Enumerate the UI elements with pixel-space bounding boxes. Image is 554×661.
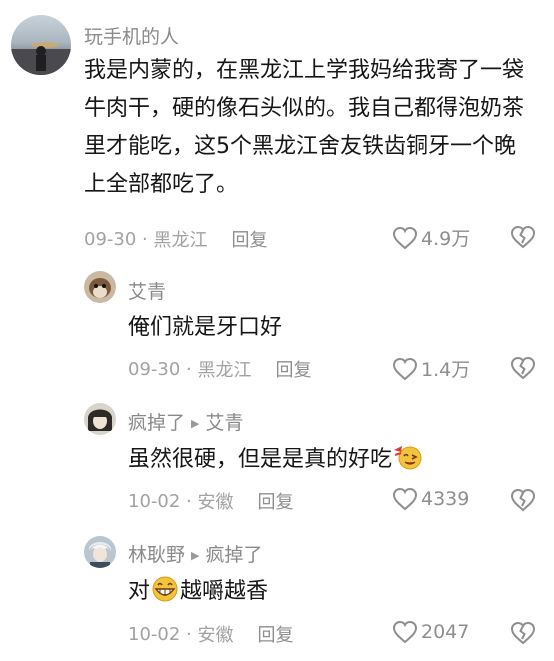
- comment-date: 09-30: [84, 228, 137, 250]
- reply-meta: 10-02 · 安徽 回复: [128, 621, 293, 647]
- avatar-image: [89, 542, 111, 568]
- reply-location: 黑龙江: [197, 360, 252, 381]
- reply-text: 俺们就是牙口好: [128, 315, 283, 340]
- broken-heart-icon: [510, 225, 536, 249]
- heart-icon: [392, 487, 418, 511]
- username-text[interactable]: 艾青: [128, 281, 166, 303]
- like-button[interactable]: 4339: [392, 487, 469, 511]
- reply-text-content: 虽然很硬，但是是真的好吃: [128, 447, 393, 472]
- meta-separator: ·: [180, 358, 198, 380]
- reply-text: 虽然很硬，但是是真的好吃: [128, 441, 538, 484]
- reply-username[interactable]: 林耿野 ▶ 疯掉了: [128, 540, 263, 567]
- username-text[interactable]: 玩手机的人: [84, 26, 179, 48]
- like-button[interactable]: 4.9万: [392, 224, 470, 251]
- reply-meta: 10-02 · 安徽 回复: [128, 488, 293, 514]
- reply-location: 安徽: [197, 492, 234, 513]
- reply-to-username[interactable]: 艾青: [205, 412, 243, 434]
- reply-username[interactable]: 艾青: [128, 277, 166, 304]
- heart-icon: [392, 226, 418, 249]
- like-button[interactable]: 2047: [392, 620, 469, 644]
- reply-date: 10-02: [128, 490, 181, 512]
- heart-icon: [392, 620, 418, 644]
- reply-username[interactable]: 疯掉了 ▶ 艾青: [128, 408, 244, 435]
- reply-button[interactable]: 回复: [231, 226, 267, 252]
- like-count: 2047: [421, 621, 470, 643]
- comment-location: 黑龙江: [153, 230, 208, 251]
- like-button[interactable]: 1.4万: [392, 355, 470, 382]
- like-count: 4.9万: [421, 228, 471, 250]
- reply-button[interactable]: 回复: [257, 488, 293, 514]
- meta-separator: ·: [180, 490, 198, 512]
- dislike-button[interactable]: [510, 621, 536, 649]
- reply-button[interactable]: 回复: [257, 621, 293, 647]
- username-text[interactable]: 林耿野: [128, 544, 185, 566]
- reply-arrow-icon: ▶: [191, 417, 200, 430]
- avatar-image: [11, 42, 71, 75]
- avatar[interactable]: [84, 403, 116, 435]
- reply-text-before: 对: [128, 579, 151, 604]
- avatar-image: [89, 278, 111, 298]
- comment-username[interactable]: 玩手机的人: [84, 22, 179, 49]
- meta-separator: ·: [180, 623, 198, 645]
- avatar-image: [88, 409, 112, 431]
- avatar[interactable]: [84, 271, 116, 303]
- username-text[interactable]: 疯掉了: [128, 412, 185, 434]
- reply-text-after: 越嚼越香: [180, 579, 269, 604]
- reply-button[interactable]: 回复: [275, 356, 311, 382]
- heart-icon: [392, 357, 418, 380]
- broken-heart-icon: [510, 356, 536, 380]
- reply-location: 安徽: [197, 625, 234, 646]
- dislike-button[interactable]: [510, 356, 536, 384]
- like-count: 4339: [421, 488, 470, 510]
- dislike-button[interactable]: [510, 488, 536, 516]
- broken-heart-icon: [510, 621, 536, 645]
- reply-text: 对 越嚼越香: [128, 573, 538, 616]
- grin-emoji-icon: [150, 575, 180, 616]
- meta-separator: ·: [136, 228, 154, 250]
- broken-heart-icon: [510, 488, 536, 512]
- reply-meta: 09-30 · 黑龙江 回复: [128, 356, 311, 382]
- reply-to-username[interactable]: 疯掉了: [205, 544, 262, 566]
- comment-text: 我是内蒙的，在黑龙江上学我妈给我寄了一袋牛肉干，硬的像石头似的。我自己都得泡奶茶…: [84, 58, 525, 197]
- like-count: 1.4万: [421, 359, 471, 381]
- reply-date: 10-02: [128, 623, 181, 645]
- avatar[interactable]: [11, 15, 71, 75]
- reply-date: 09-30: [128, 358, 181, 380]
- reply-arrow-icon: ▶: [191, 549, 200, 562]
- avatar[interactable]: [84, 536, 116, 568]
- dislike-button[interactable]: [510, 225, 536, 253]
- comment-meta: 09-30 · 黑龙江 回复: [84, 226, 267, 252]
- yummy-emoji-icon: [392, 443, 424, 484]
